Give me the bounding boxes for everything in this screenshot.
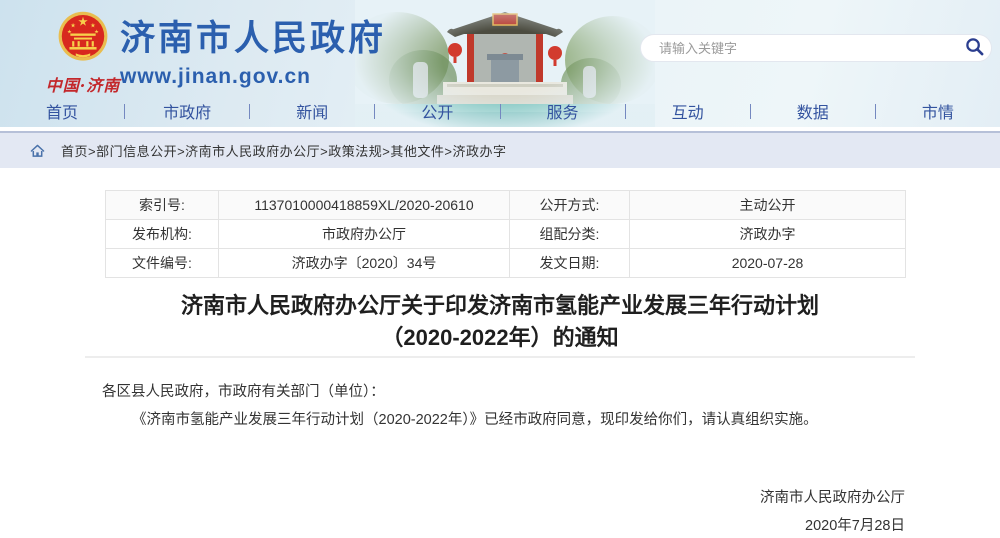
info-label-issuer: 发布机构:: [106, 220, 219, 249]
info-value-issuer: 市政府办公厅: [219, 220, 510, 249]
info-label-doc-number: 文件编号:: [106, 249, 219, 278]
title-divider: [85, 356, 915, 358]
nav-item-services[interactable]: 服务: [501, 99, 625, 123]
main-nav: 首页 市政府 新闻 公开 服务 互动 数据 市情: [0, 97, 1000, 125]
signature-org: 济南市人民政府办公厅: [0, 486, 905, 507]
site-name[interactable]: 济南市人民政府: [120, 20, 386, 59]
breadcrumb-path[interactable]: 首页>部门信息公开>济南市人民政府办公厅>政策法规>其他文件>济政办字: [61, 141, 506, 160]
search-icon: [965, 37, 984, 59]
article-salutation: 各区县人民政府，市政府有关部门（单位）：: [102, 380, 912, 401]
site-title-block[interactable]: 济南市人民政府 www.jinan.gov.cn: [120, 20, 386, 89]
info-label-open-method: 公开方式:: [510, 191, 630, 220]
page-title-line2: （2020-2022年）的通知: [0, 322, 1000, 354]
breadcrumb: 首页>部门信息公开>济南市人民政府办公厅>政策法规>其他文件>济政办字: [0, 131, 1000, 168]
info-value-open-method: 主动公开: [630, 191, 906, 220]
nav-item-data[interactable]: 数据: [751, 99, 875, 123]
table-row: 索引号: 1137010000418859XL/2020-20610 公开方式:…: [106, 191, 906, 220]
national-emblem-icon: [54, 53, 112, 70]
info-value-issue-date: 2020-07-28: [630, 249, 906, 278]
nav-item-home[interactable]: 首页: [0, 99, 124, 123]
nav-item-cityinfo[interactable]: 市情: [876, 99, 1000, 123]
nav-item-open[interactable]: 公开: [375, 99, 499, 123]
document-info-table: 索引号: 1137010000418859XL/2020-20610 公开方式:…: [105, 190, 906, 278]
page-title-line1: 济南市人民政府办公厅关于印发济南市氢能产业发展三年行动计划: [0, 290, 1000, 322]
info-value-index: 1137010000418859XL/2020-20610: [219, 191, 510, 220]
table-row: 文件编号: 济政办字〔2020〕34号 发文日期: 2020-07-28: [106, 249, 906, 278]
nav-item-government[interactable]: 市政府: [125, 99, 249, 123]
nav-item-interact[interactable]: 互动: [626, 99, 750, 123]
site-banner: 中国·济南 济南市人民政府 www.jinan.gov.cn 首页: [0, 0, 1000, 127]
info-label-index: 索引号:: [106, 191, 219, 220]
info-label-issue-date: 发文日期:: [510, 249, 630, 278]
search-button[interactable]: [957, 35, 991, 61]
page-title: 济南市人民政府办公厅关于印发济南市氢能产业发展三年行动计划 （2020-2022…: [0, 290, 1000, 354]
table-row: 发布机构: 市政府办公厅 组配分类: 济政办字: [106, 220, 906, 249]
site-url[interactable]: www.jinan.gov.cn: [120, 65, 386, 89]
signature-date: 2020年7月28日: [0, 514, 905, 535]
article-body: 《济南市氢能产业发展三年行动计划（2020-2022年）》已经市政府同意，现印发…: [102, 408, 912, 432]
home-icon[interactable]: [30, 144, 45, 158]
info-label-category: 组配分类:: [510, 220, 630, 249]
search-box: [640, 34, 992, 62]
info-value-category: 济政办字: [630, 220, 906, 249]
info-value-doc-number: 济政办字〔2020〕34号: [219, 249, 510, 278]
nav-item-news[interactable]: 新闻: [250, 99, 374, 123]
search-input[interactable]: [641, 36, 957, 60]
page: 中国·济南 济南市人民政府 www.jinan.gov.cn 首页: [0, 0, 1000, 538]
